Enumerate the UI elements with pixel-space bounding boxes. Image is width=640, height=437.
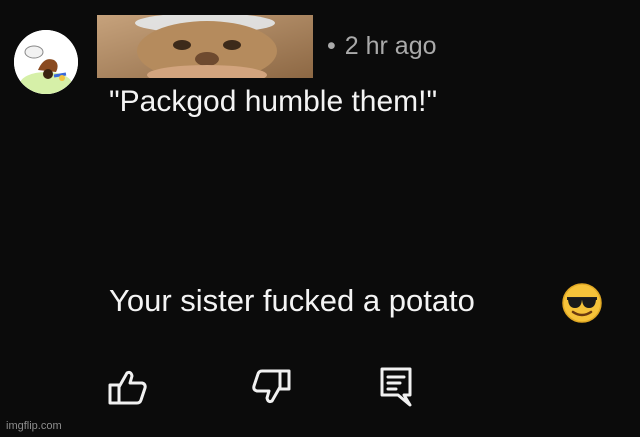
reply-button[interactable]	[376, 365, 420, 409]
comment-text: Your sister fucked a potato	[109, 283, 475, 318]
quoted-comment-text: "Packgod humble them!"	[109, 85, 438, 118]
user-avatar[interactable]	[14, 30, 78, 94]
thumbs-up-icon	[108, 370, 147, 405]
cat-photo-icon	[97, 15, 313, 78]
reply-comment-icon	[380, 367, 412, 407]
watermark: imgflip.com	[6, 420, 62, 432]
avatar-cartoon-image	[14, 30, 78, 94]
dislike-button[interactable]	[249, 365, 293, 409]
like-button[interactable]	[106, 365, 150, 409]
comment-timestamp[interactable]: 2 hr ago	[345, 32, 437, 60]
thumbs-down-icon	[252, 369, 291, 404]
meta-separator: •	[327, 32, 336, 60]
username-cover-image	[97, 15, 313, 78]
comment-meta: • 2 hr ago	[327, 32, 437, 61]
smiling-face-with-sunglasses-icon	[561, 282, 603, 324]
